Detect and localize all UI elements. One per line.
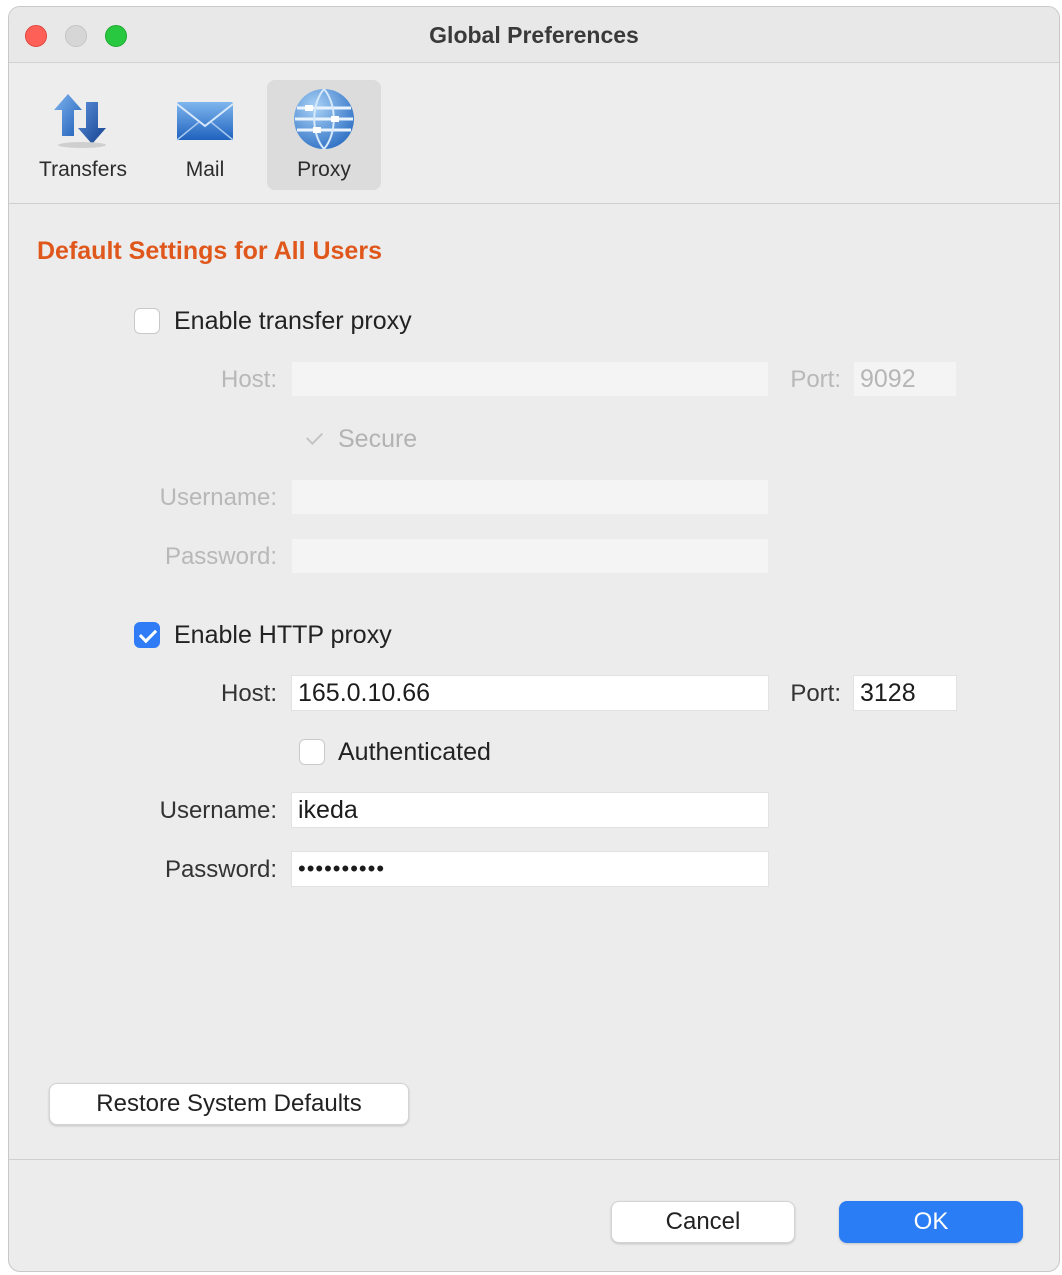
http-username-label: Username: (159, 797, 277, 824)
preferences-window: Global Preferences Transfers Mail Proxy … (8, 6, 1060, 1272)
cancel-button[interactable]: Cancel (611, 1201, 795, 1243)
tab-proxy[interactable]: Proxy (267, 80, 381, 190)
tab-mail-label: Mail (185, 158, 225, 181)
http-username-field[interactable]: ikeda (291, 792, 769, 828)
transfer-password-label: Password: (164, 543, 277, 570)
transfer-port-field[interactable]: 9092 (853, 361, 957, 397)
ok-button[interactable]: OK (839, 1201, 1023, 1243)
tab-mail[interactable]: Mail (157, 80, 253, 190)
secure-checkbox[interactable] (299, 426, 325, 452)
footer-divider (9, 1159, 1059, 1160)
window-title: Global Preferences (429, 22, 639, 48)
authenticated-label: Authenticated (338, 738, 491, 766)
restore-system-defaults-button[interactable]: Restore System Defaults (49, 1083, 409, 1125)
transfer-host-label: Host: (220, 366, 277, 393)
http-password-field[interactable]: •••••••••• (291, 851, 769, 887)
transfer-username-field[interactable] (291, 479, 769, 515)
tab-transfers-label: Transfers (39, 158, 127, 181)
transfers-icon (52, 90, 114, 153)
transfer-password-field[interactable] (291, 538, 769, 574)
transfer-username-label: Username: (159, 484, 277, 511)
enable-transfer-proxy-checkbox[interactable] (134, 308, 160, 334)
enable-transfer-proxy-label: Enable transfer proxy (174, 307, 412, 335)
enable-http-proxy-checkbox[interactable] (134, 622, 160, 648)
authenticated-checkbox[interactable] (299, 739, 325, 765)
mail-icon (175, 90, 235, 151)
tab-transfers[interactable]: Transfers (23, 80, 143, 190)
proxy-icon (291, 88, 357, 157)
http-host-field[interactable]: 165.0.10.66 (291, 675, 769, 711)
transfer-port-label: Port: (790, 366, 841, 393)
preferences-toolbar: Transfers Mail Proxy (9, 64, 1059, 204)
secure-label: Secure (338, 425, 418, 453)
title-bar: Global Preferences (9, 7, 1059, 63)
transfer-host-field[interactable] (291, 361, 769, 397)
http-password-label: Password: (164, 856, 277, 883)
http-port-label: Port: (790, 680, 841, 707)
section-title: Default Settings for All Users (37, 237, 382, 265)
http-port-field[interactable]: 3128 (853, 675, 957, 711)
tab-proxy-label: Proxy (297, 158, 351, 181)
http-host-label: Host: (220, 680, 277, 707)
enable-http-proxy-label: Enable HTTP proxy (174, 621, 392, 649)
